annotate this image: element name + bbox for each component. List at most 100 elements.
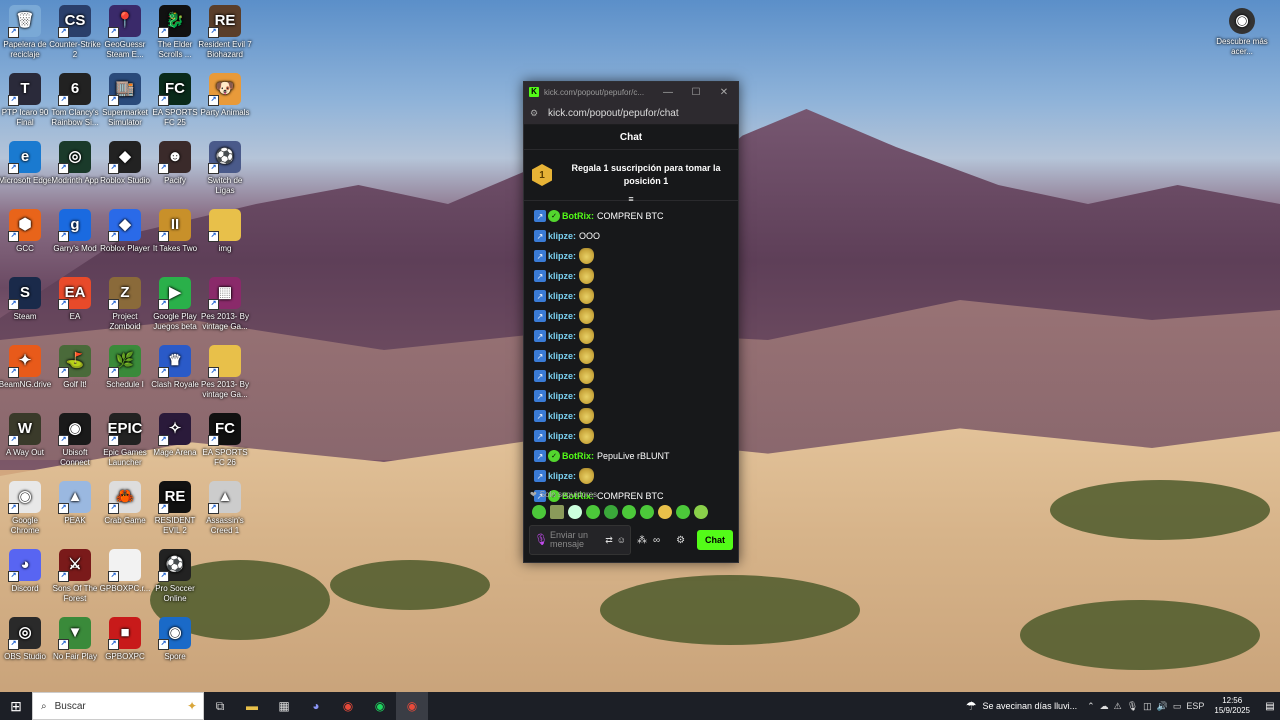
minimize-button[interactable]: — <box>654 87 682 98</box>
chevron-up-icon[interactable]: ⌃ <box>1087 701 1095 712</box>
chrome-taskbar-button[interactable]: ◉ <box>332 692 364 720</box>
address-bar[interactable]: ⚙ kick.com/popout/pepufor/chat <box>524 102 738 125</box>
desktop-shortcut[interactable]: CS ↗ Counter-Strike 2 <box>48 5 102 60</box>
desktop-shortcut[interactable]: ⚽ ↗ Switch de Ligas <box>198 141 252 196</box>
chat-username[interactable]: BotRix: <box>562 451 594 461</box>
pinned-toggle-icon[interactable]: ≡ <box>524 195 738 204</box>
kick-taskbar-button[interactable]: ◉ <box>396 692 428 720</box>
chat-username[interactable]: klipze: <box>548 471 576 481</box>
desktop-shortcut[interactable] <box>198 549 252 584</box>
language-indicator[interactable]: ESP <box>1186 701 1204 711</box>
desktop-shortcut[interactable]: ▦ ↗ Pes 2013- By vintage Ga... <box>198 277 252 332</box>
desktop-shortcut[interactable]: ↗ img <box>198 209 252 254</box>
battery-icon[interactable]: ▭ <box>1173 701 1182 712</box>
chat-input[interactable]: 🎙 Enviar un mensaje ⇄ ☺ <box>529 525 631 555</box>
desktop-shortcut[interactable]: W ↗ A Way Out <box>0 413 52 458</box>
desktop-shortcut[interactable]: RE ↗ RESIDENT EVIL 2 <box>148 481 202 536</box>
discover-desktop-icon[interactable]: ◉ Descubre más acer... <box>1214 8 1270 57</box>
desktop-shortcut[interactable]: ⚔ ↗ Sons Of The Forest <box>48 549 102 604</box>
site-settings-icon[interactable]: ⚙ <box>530 108 542 119</box>
desktop-shortcut[interactable]: ◉ ↗ Google Chrome <box>0 481 52 536</box>
infinity-icon[interactable]: ∞ <box>653 535 660 546</box>
desktop-shortcut[interactable]: ☻ ↗ Pacify <box>148 141 202 186</box>
emote-icon[interactable] <box>676 505 690 519</box>
desktop-shortcut[interactable]: ⬢ ↗ GCC <box>0 209 52 254</box>
emote-icon[interactable] <box>640 505 654 519</box>
desktop-shortcut[interactable]: ◉ ↗ Spore <box>148 617 202 662</box>
chat-username[interactable]: klipze: <box>548 371 576 381</box>
desktop-shortcut[interactable]: 🦀 ↗ Crab Game <box>98 481 152 526</box>
emote-icon[interactable] <box>622 505 636 519</box>
send-chat-button[interactable]: Chat <box>697 530 733 550</box>
network-icon[interactable]: ⚠ <box>1114 701 1122 712</box>
desktop-shortcut[interactable]: 🐉 ↗ The Elder Scrolls ... <box>148 5 202 60</box>
desktop-shortcut[interactable]: 🌿 ↗ Schedule I <box>98 345 152 390</box>
desktop-shortcut[interactable]: ⚽ ↗ Pro Soccer Online <box>148 549 202 604</box>
chat-username[interactable]: klipze: <box>548 291 576 301</box>
desktop-shortcut[interactable]: ◉ ↗ Ubisoft Connect <box>48 413 102 468</box>
desktop-shortcut[interactable]: EPIC ↗ Epic Games Launcher <box>98 413 152 468</box>
emote-icon[interactable] <box>694 505 708 519</box>
taskbar-search[interactable]: ⌕ Buscar ✦ <box>32 692 204 720</box>
emoji-icon[interactable]: ☺ <box>617 535 626 545</box>
desktop-shortcut[interactable]: ↗ Pes 2013- By vintage Ga... <box>198 345 252 400</box>
start-button[interactable]: ⊞ <box>0 692 32 720</box>
desktop-shortcut[interactable]: ◆ ↗ Roblox Studio <box>98 141 152 186</box>
wifi-icon[interactable]: ◫ <box>1143 701 1152 712</box>
chat-username[interactable]: klipze: <box>548 351 576 361</box>
desktop-shortcut[interactable]: ◎ ↗ Modrinth App <box>48 141 102 186</box>
desktop-shortcut[interactable]: 🐶 ↗ Party Animals <box>198 73 252 118</box>
close-button[interactable]: ✕ <box>710 87 738 98</box>
desktop-shortcut[interactable]: ♛ ↗ Clash Royale <box>148 345 202 390</box>
desktop-shortcut[interactable]: ■ ↗ GPBOXPC <box>98 617 152 662</box>
desktop-shortcut[interactable]: ▶ ↗ Google Play Juegos beta <box>148 277 202 332</box>
chat-username[interactable]: klipze: <box>548 411 576 421</box>
desktop-shortcut[interactable]: II ↗ It Takes Two <box>148 209 202 254</box>
file-explorer-button[interactable]: ▬ <box>236 692 268 720</box>
desktop-shortcut[interactable]: T ↗ PTP Icaro 90 Final <box>0 73 52 128</box>
desktop-shortcut[interactable]: FC ↗ EA SPORTS FC 25 <box>148 73 202 128</box>
emote-icon[interactable] <box>586 505 600 519</box>
emote-icon[interactable] <box>550 505 564 519</box>
chat-username[interactable]: klipze: <box>548 231 576 241</box>
spotify-taskbar-button[interactable]: ◉ <box>364 692 396 720</box>
store-button[interactable]: ▦ <box>268 692 300 720</box>
desktop-shortcut[interactable]: 6 ↗ Tom Clancy's Rainbow Si... <box>48 73 102 128</box>
desktop-shortcut[interactable]: Z ↗ Project Zomboid <box>98 277 152 332</box>
desktop-shortcut[interactable]: ▼ ↗ No Fair Play <box>48 617 102 662</box>
desktop-shortcut[interactable]: ◎ ↗ OBS Studio <box>0 617 52 662</box>
points-icon[interactable]: ⁂ <box>637 535 647 546</box>
chat-username[interactable]: klipze: <box>548 311 576 321</box>
notifications-button[interactable]: ▤ <box>1260 701 1280 712</box>
desktop-shortcut[interactable]: ↗ GPBOXPC.r... <box>98 549 152 594</box>
desktop-shortcut[interactable]: ◆ ↗ Roblox Player <box>98 209 152 254</box>
discord-taskbar-button[interactable]: ◕ <box>300 692 332 720</box>
maximize-button[interactable]: ☐ <box>682 87 710 98</box>
task-view-button[interactable]: ⧉ <box>204 692 236 720</box>
desktop-shortcut[interactable]: RE ↗ Resident Evil 7 Biohazard <box>198 5 252 60</box>
desktop-shortcut[interactable]: e ↗ Microsoft Edge <box>0 141 52 186</box>
cloud-icon[interactable]: ☁ <box>1100 701 1109 712</box>
emote-icon[interactable] <box>532 505 546 519</box>
clock[interactable]: 12:56 15/9/2025 <box>1214 696 1250 716</box>
desktop-shortcut[interactable]: ◕ ↗ Discord <box>0 549 52 594</box>
desktop-shortcut[interactable]: FC ↗ EA SPORTS FC 26 <box>198 413 252 468</box>
microphone-tray-icon[interactable]: 🎙 <box>1127 701 1138 712</box>
desktop-shortcut[interactable]: ⛳ ↗ Golf It! <box>48 345 102 390</box>
desktop-shortcut[interactable]: 🗑 ↗ Papelera de reciclaje <box>0 5 52 60</box>
desktop-shortcut[interactable]: S ↗ Steam <box>0 277 52 322</box>
desktop-shortcut[interactable]: 🏬 ↗ Supermarket Simulator <box>98 73 152 128</box>
emote-icon[interactable] <box>604 505 618 519</box>
desktop-shortcut[interactable]: g ↗ Garry's Mod <box>48 209 102 254</box>
chat-username[interactable]: klipze: <box>548 271 576 281</box>
window-titlebar[interactable]: K kick.com/popout/pepufor/c... — ☐ ✕ <box>524 82 738 102</box>
chat-username[interactable]: klipze: <box>548 331 576 341</box>
desktop-shortcut[interactable]: 📍 ↗ GeoGuessr Steam E... <box>98 5 152 60</box>
microphone-icon[interactable]: 🎙 <box>534 534 548 545</box>
desktop-shortcut[interactable]: ✧ ↗ Mage Arena <box>148 413 202 458</box>
chat-username[interactable]: klipze: <box>548 251 576 261</box>
chat-username[interactable]: BotRix: <box>562 211 594 221</box>
desktop-shortcut[interactable]: EA ↗ EA <box>48 277 102 322</box>
emote-icon[interactable] <box>658 505 672 519</box>
desktop-shortcut[interactable]: ▲ ↗ Assassin's Creed 1 <box>198 481 252 536</box>
